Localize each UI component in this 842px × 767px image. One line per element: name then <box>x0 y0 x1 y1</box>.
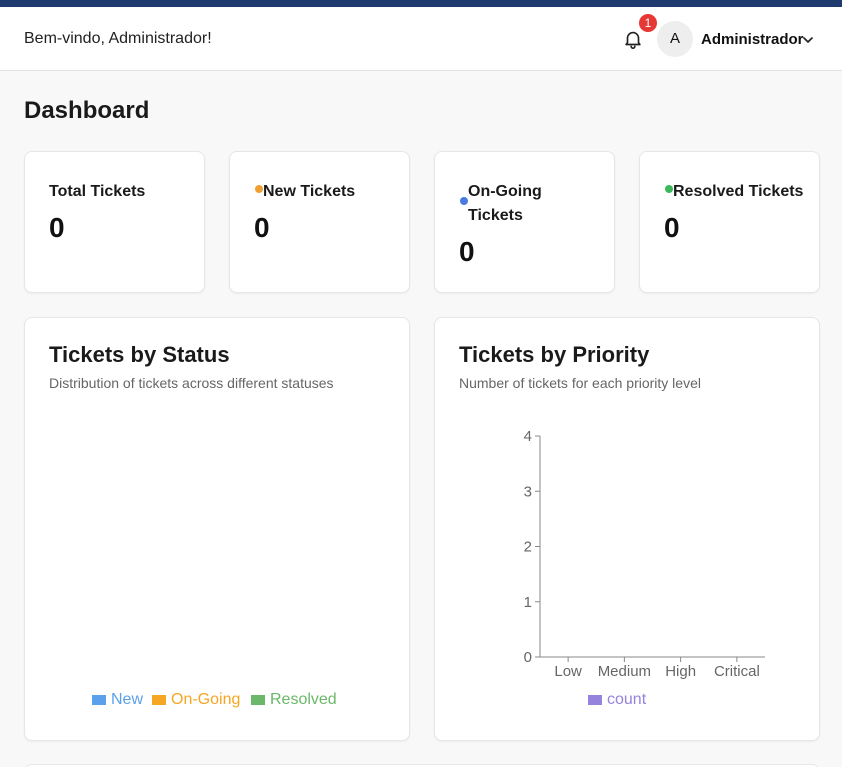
legend-label: New <box>111 691 144 708</box>
stat-value: 0 <box>664 212 680 243</box>
stat-label: On-Going Tickets <box>468 183 542 224</box>
header: Bem-vindo, Administrador! 1 A Administra… <box>0 7 842 71</box>
legend-item-new[interactable]: New <box>92 691 143 709</box>
priority-bar-chart: 0 1 2 3 4 Low Medium High Critical <box>524 428 765 680</box>
legend-label: count <box>607 691 647 708</box>
x-tick-label: Medium <box>598 663 651 680</box>
y-tick-label: 1 <box>524 594 532 611</box>
stat-label: Resolved Tickets <box>673 183 804 200</box>
chart-title: Tickets by Status <box>49 342 230 367</box>
chart-subtitle: Distribution of tickets across different… <box>49 375 334 391</box>
legend-swatch <box>92 695 106 705</box>
user-menu-name[interactable]: Administrador <box>701 31 804 48</box>
status-dot-icon <box>255 185 263 193</box>
x-tick-label: Critical <box>714 663 760 680</box>
legend-item-ongoing[interactable]: On-Going <box>152 691 240 709</box>
x-tick-label: High <box>665 663 696 680</box>
welcome-text: Bem-vindo, Administrador! <box>24 30 212 47</box>
y-tick-label: 4 <box>524 428 532 445</box>
legend-item-count[interactable]: count <box>588 691 646 709</box>
top-accent-bar <box>0 0 842 7</box>
stat-value: 0 <box>254 212 270 243</box>
stat-value: 0 <box>459 236 475 267</box>
legend-label: On-Going <box>171 691 241 708</box>
y-tick-label: 0 <box>524 649 532 666</box>
chevron-down-icon[interactable] <box>801 33 815 47</box>
status-dot-icon <box>460 197 468 205</box>
y-tick-label: 2 <box>524 539 532 556</box>
stat-label: New Tickets <box>263 183 356 200</box>
avatar[interactable]: A <box>657 21 693 57</box>
notification-badge: 1 <box>639 14 657 32</box>
stat-label: Total Tickets <box>49 183 146 200</box>
stat-card-ongoing: On-Going Tickets 0 <box>434 151 615 293</box>
priority-chart-card: Tickets by Priority Number of tickets fo… <box>434 317 820 741</box>
legend-swatch <box>588 695 602 705</box>
status-dot-icon <box>665 185 673 193</box>
status-chart-card: Tickets by Status Distribution of ticket… <box>24 317 410 741</box>
stat-value: 0 <box>49 212 65 243</box>
bell-icon[interactable] <box>622 28 644 50</box>
y-tick-label: 3 <box>524 483 532 500</box>
x-tick-label: Low <box>554 663 582 680</box>
legend-item-resolved[interactable]: Resolved <box>251 691 337 709</box>
stat-card-new: New Tickets 0 <box>229 151 410 293</box>
stat-card-resolved: Resolved Tickets 0 <box>639 151 820 293</box>
legend-swatch <box>251 695 265 705</box>
legend-label: Resolved <box>270 691 337 708</box>
stat-card-total: Total Tickets 0 <box>24 151 205 293</box>
page-title: Dashboard <box>24 97 150 124</box>
legend-swatch <box>152 695 166 705</box>
